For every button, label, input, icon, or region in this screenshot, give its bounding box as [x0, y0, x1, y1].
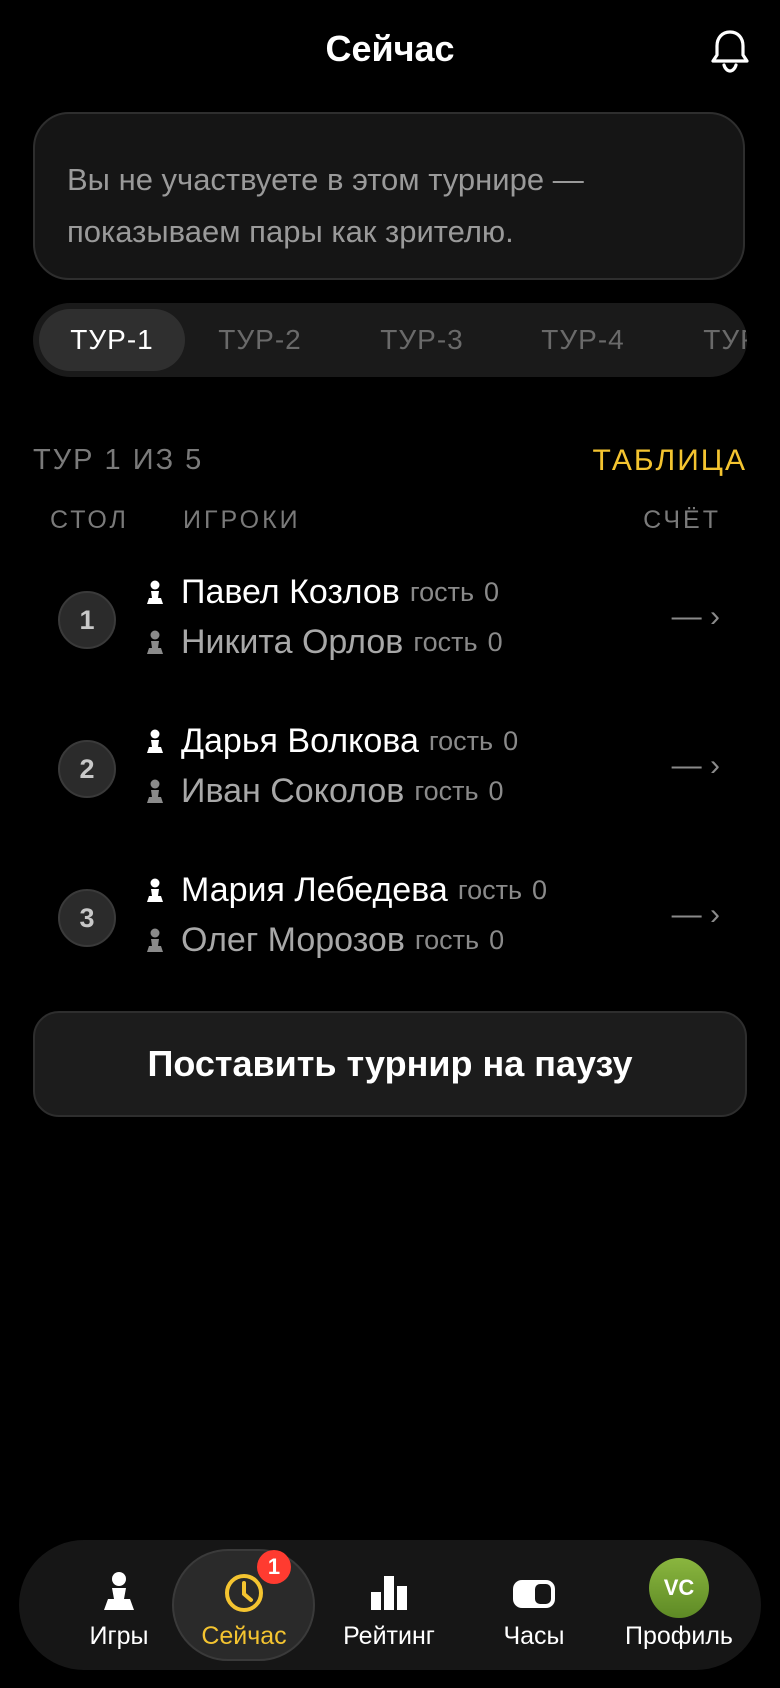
table-number: 3: [58, 889, 116, 947]
nav-label: Профиль: [625, 1622, 733, 1650]
tab-round-4[interactable]: ТУР-4: [508, 309, 658, 371]
white-player: Мария Лебедева гость 0: [145, 871, 547, 921]
score-value: —: [671, 600, 702, 633]
nav-games[interactable]: Игры: [49, 1540, 189, 1670]
bottom-tab-bar: Игры Сейчас 1 Рейтинг Часы VC Профиль: [19, 1540, 761, 1670]
score-value: —: [671, 749, 702, 782]
tab-round-1[interactable]: ТУР-1: [39, 309, 185, 371]
nav-label: Игры: [89, 1622, 149, 1650]
spectator-notice: Вы не участвуете в этом турнире — показы…: [33, 112, 745, 280]
chevron-right-icon: ›: [710, 749, 720, 782]
player-tag: гость: [428, 726, 494, 756]
round-tabs: ТУР-1 ТУР-2 ТУР-3 ТУР-4 ТУР-5: [33, 303, 747, 377]
bar-chart-icon: [371, 1576, 407, 1610]
tab-round-2[interactable]: ТУР-2: [185, 309, 335, 371]
nav-label: Сейчас: [201, 1622, 287, 1650]
black-pawn-icon: [147, 928, 163, 952]
pairing-row[interactable]: 3 Мария Лебедева гость 0 Олег Морозов гость…: [0, 858, 780, 978]
round-info: ТУР 1 ИЗ 5 ТАБЛИЦА: [33, 444, 747, 484]
column-table: СТОЛ: [50, 506, 129, 534]
player-tag: гость: [457, 875, 523, 905]
tab-round-3[interactable]: ТУР-3: [347, 309, 497, 371]
player-tag: гость: [414, 925, 480, 955]
player-points: 0: [503, 726, 519, 756]
chevron-right-icon: ›: [710, 898, 720, 931]
pause-tournament-button[interactable]: Поставить турнир на паузу: [33, 1011, 747, 1117]
header: Сейчас: [0, 0, 780, 100]
pairing-row[interactable]: 1 Павел Козлов гость 0 Никита Орлов гость 0 …: [0, 560, 780, 680]
black-pawn-icon: [147, 630, 163, 654]
player-points: 0: [487, 627, 503, 657]
player-points: 0: [532, 875, 548, 905]
white-pawn-icon: [147, 878, 163, 902]
standings-link[interactable]: ТАБЛИЦА: [593, 444, 747, 478]
white-player: Павел Козлов гость 0: [145, 573, 499, 623]
notification-badge: 1: [257, 1550, 291, 1584]
black-pawn-icon: [147, 779, 163, 803]
player-name: Дарья Волкова: [181, 722, 419, 760]
player-tag: гость: [414, 776, 479, 806]
player-tag: гость: [413, 627, 478, 657]
page-title: Сейчас: [325, 28, 455, 69]
table-number: 2: [58, 740, 116, 798]
player-name: Олег Морозов: [181, 921, 405, 959]
column-players: ИГРОКИ: [183, 506, 301, 534]
player-points: 0: [489, 925, 505, 955]
nav-label: Часы: [503, 1622, 565, 1650]
black-player: Иван Соколов гость 0: [145, 772, 504, 822]
player-points: 0: [484, 577, 500, 607]
chess-clock-icon: [513, 1580, 555, 1608]
tab-round-5[interactable]: ТУР-5: [670, 309, 747, 371]
white-pawn-icon: [147, 729, 163, 753]
black-player: Никита Орлов гость 0: [145, 623, 503, 673]
pairing-row[interactable]: 2 Дарья Волкова гость 0 Иван Соколов гость 0…: [0, 709, 780, 829]
chevron-right-icon: ›: [710, 600, 720, 633]
column-score: СЧЁТ: [643, 506, 721, 534]
game-score: — ›: [672, 600, 720, 634]
player-points: 0: [488, 776, 504, 806]
white-player: Дарья Волкова гость 0: [145, 722, 518, 772]
player-tag: гость: [409, 577, 475, 607]
table-number: 1: [58, 591, 116, 649]
nav-clock[interactable]: Часы: [464, 1540, 604, 1670]
nav-label: Рейтинг: [343, 1622, 435, 1650]
score-value: —: [671, 898, 702, 931]
avatar: VC: [649, 1558, 709, 1618]
player-name: Мария Лебедева: [181, 871, 448, 909]
game-score: — ›: [672, 898, 720, 932]
black-player: Олег Морозов гость 0: [145, 921, 504, 971]
white-pawn-icon: [147, 580, 163, 604]
bell-icon[interactable]: [708, 28, 752, 74]
player-name: Никита Орлов: [181, 623, 404, 661]
nav-now[interactable]: Сейчас: [174, 1540, 314, 1670]
round-label: ТУР 1 ИЗ 5: [33, 444, 204, 476]
nav-profile[interactable]: VC Профиль: [609, 1540, 749, 1670]
player-name: Иван Соколов: [181, 772, 405, 810]
nav-rating[interactable]: Рейтинг: [319, 1540, 459, 1670]
column-headers: СТОЛ ИГРОКИ СЧЁТ: [0, 506, 780, 542]
game-score: — ›: [672, 749, 720, 783]
pawn-icon: [104, 1572, 134, 1610]
player-name: Павел Козлов: [181, 573, 400, 611]
